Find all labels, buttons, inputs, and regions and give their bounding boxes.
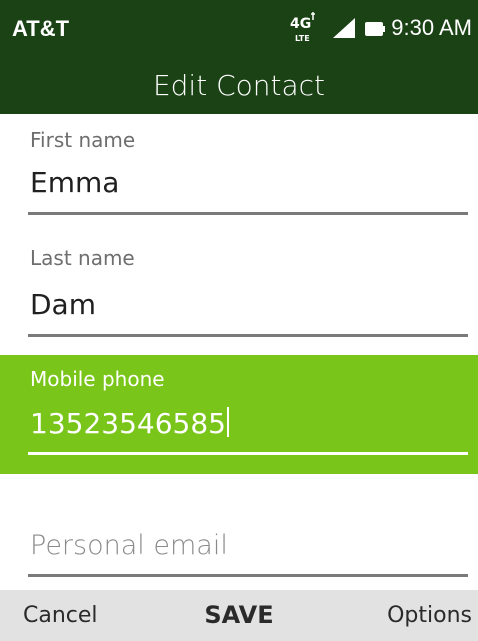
status-icons: 4G LTE 9:30 AM xyxy=(289,11,472,45)
first-name-label: First name xyxy=(30,128,136,152)
svg-text:4G: 4G xyxy=(290,16,311,32)
svg-text:LTE: LTE xyxy=(295,34,310,43)
first-name-underline xyxy=(28,212,468,215)
options-button[interactable]: Options xyxy=(387,590,472,641)
first-name-field[interactable]: First name Emma xyxy=(0,114,478,232)
cancel-button[interactable]: Cancel xyxy=(23,590,98,641)
page-title: Edit Contact xyxy=(0,58,478,114)
mobile-phone-underline xyxy=(28,452,468,455)
personal-email-input[interactable]: Personal email xyxy=(30,530,228,561)
carrier-name: AT&T xyxy=(12,16,70,41)
mobile-phone-input-wrap[interactable]: 13523546585 xyxy=(30,407,229,440)
last-name-input[interactable]: Dam xyxy=(30,288,96,321)
last-name-label: Last name xyxy=(30,246,135,270)
status-bar: AT&T 4G LTE 9:30 AM xyxy=(0,0,478,58)
first-name-input[interactable]: Emma xyxy=(30,166,119,199)
mobile-phone-label: Mobile phone xyxy=(30,367,165,391)
signal-icon xyxy=(333,18,356,38)
mobile-phone-input[interactable]: 13523546585 xyxy=(30,407,226,440)
4g-lte-icon: 4G LTE xyxy=(289,12,319,44)
softkey-bar: SAVE Cancel Options xyxy=(0,590,478,641)
personal-email-field[interactable]: Personal email xyxy=(0,474,478,586)
personal-email-underline xyxy=(28,574,468,577)
last-name-underline xyxy=(28,334,468,337)
battery-icon xyxy=(365,21,386,36)
mobile-phone-field[interactable]: Mobile phone 13523546585 xyxy=(0,355,478,474)
clock: 9:30 AM xyxy=(391,15,472,40)
edit-contact-screen: AT&T 4G LTE 9:30 AM Edit Contact First n… xyxy=(0,0,478,641)
text-cursor xyxy=(226,407,229,437)
last-name-field[interactable]: Last name Dam xyxy=(0,232,478,352)
